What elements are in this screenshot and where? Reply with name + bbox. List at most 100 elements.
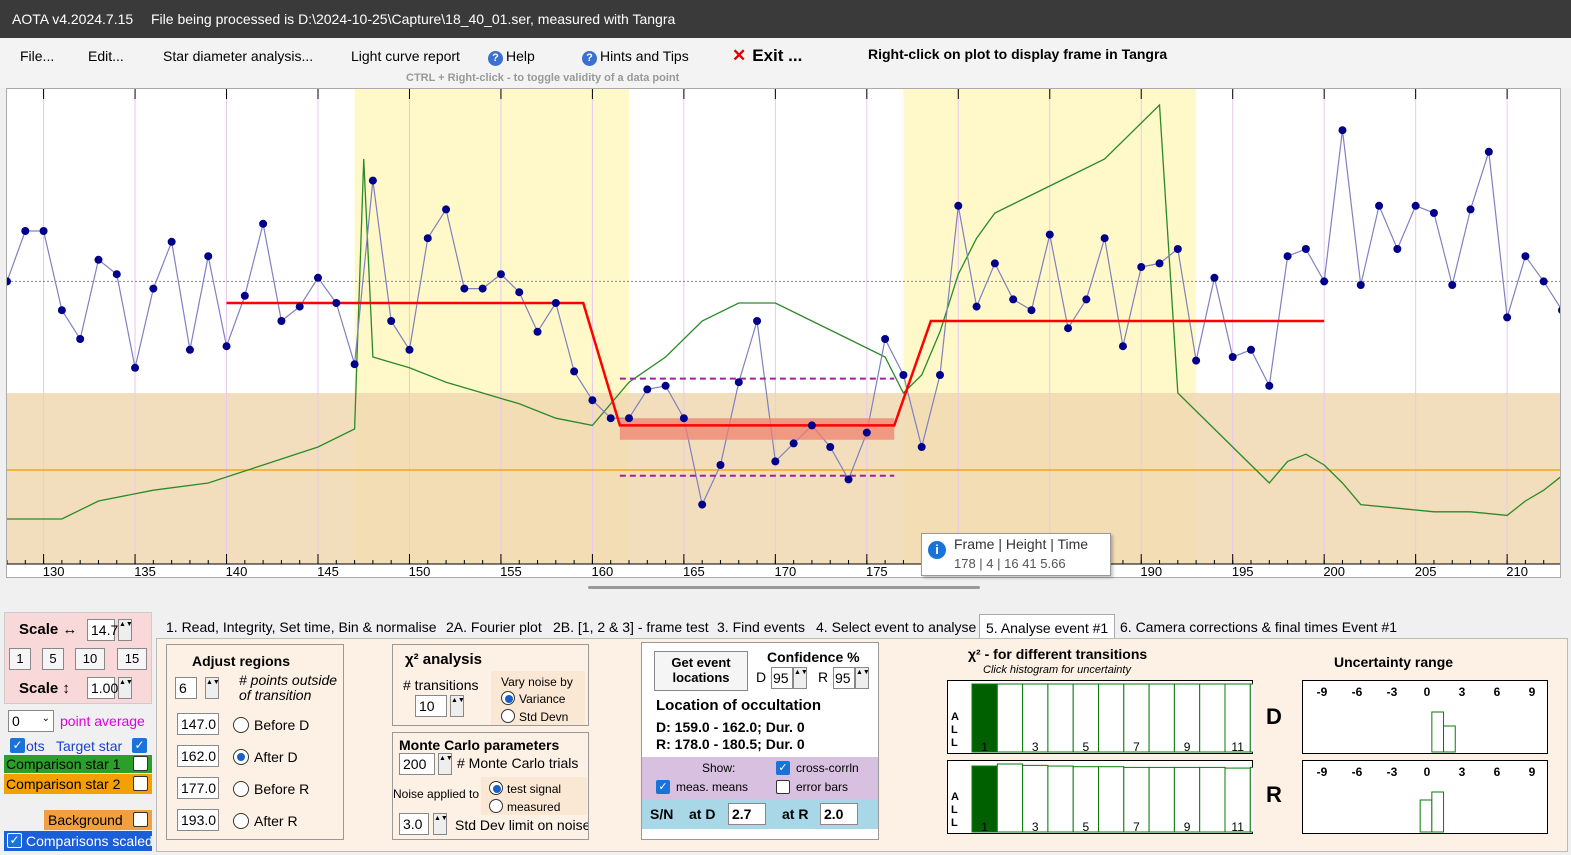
x-tick-label-6: 160: [592, 564, 614, 578]
x-tick-label-0: 130: [43, 564, 65, 578]
uncertainty-tick-label: -3: [1387, 765, 1398, 779]
all-label: L: [951, 737, 958, 749]
target-point: [716, 461, 725, 469]
hist-tick-label: 5: [1083, 740, 1090, 754]
hist-bar-8: [1148, 766, 1175, 833]
confidence-r-spin[interactable]: ▲▼: [855, 667, 870, 689]
sn-box: S/N at D 2.7 at R 2.0: [642, 799, 878, 829]
scale-v-input[interactable]: 1.00: [87, 677, 118, 699]
std-devn-radio[interactable]: [501, 709, 515, 723]
tab-read[interactable]: 1. Read, Integrity, Set time, Bin & norm…: [160, 614, 443, 638]
target-point: [1247, 345, 1255, 354]
trials-spin[interactable]: ▲▼: [438, 753, 453, 775]
meas-means-checkbox[interactable]: ✓: [656, 780, 670, 794]
std-limit-input[interactable]: 3.0: [399, 813, 429, 835]
before-r-input[interactable]: 177.0: [177, 777, 219, 799]
tab-analyse-event[interactable]: 5. Analyse event #1: [979, 614, 1116, 638]
hist-bar-4: [1047, 765, 1074, 833]
tab-frame-test[interactable]: 2B. [1, 2 & 3] - frame test: [547, 614, 715, 638]
tooltip-header: Frame | Height | Time: [954, 536, 1089, 552]
confidence-r-input[interactable]: 95: [833, 667, 855, 689]
tab-fourier[interactable]: 2A. Fourier plot: [440, 614, 548, 638]
menu-exit[interactable]: ✕ Exit ...: [732, 46, 802, 66]
scale-btn-5[interactable]: 5: [42, 648, 64, 670]
after-d-input[interactable]: 162.0: [177, 745, 219, 767]
right-click-hint: Right-click on plot to display frame in …: [868, 46, 1168, 62]
menu-hints-label: Hints and Tips: [600, 48, 689, 64]
target-point: [606, 414, 615, 423]
all-label: A: [951, 791, 959, 803]
menu-file[interactable]: File...: [20, 48, 54, 64]
after-r-input[interactable]: 193.0: [177, 809, 219, 831]
before-r-radio[interactable]: [233, 781, 249, 797]
std-limit-spin[interactable]: ▲▼: [433, 813, 448, 835]
hist-tick-label: 1: [981, 820, 988, 834]
target-star-checkbox[interactable]: ✓: [132, 738, 147, 753]
chi2-hist-r[interactable]: ALL 1 3 5 7 9 11: [947, 760, 1253, 834]
uncertainty-tick-label: -6: [1352, 765, 1363, 779]
hist-tick-label: 9: [1184, 820, 1191, 834]
sn-at-d-value: 2.7: [728, 803, 766, 825]
target-point: [112, 270, 121, 279]
points-input[interactable]: 6: [175, 677, 197, 699]
scale-btn-15[interactable]: 15: [117, 648, 147, 670]
test-signal-radio[interactable]: [489, 781, 503, 795]
confidence-d-spin[interactable]: ▲▼: [793, 667, 808, 689]
target-point: [1429, 209, 1438, 217]
confidence-d-input[interactable]: 95: [771, 667, 793, 689]
scale-btn-10[interactable]: 10: [75, 648, 105, 670]
target-point: [972, 302, 981, 311]
menu-star-diameter[interactable]: Star diameter analysis...: [163, 48, 313, 64]
point-average-select[interactable]: 0 ⌄: [8, 710, 54, 732]
before-d-radio[interactable]: [233, 717, 249, 733]
noise-applied-label: Noise applied to: [393, 787, 480, 801]
plot-svg[interactable]: 130 135 140 145 150 155 160 165 170 175 190 195 200 2…: [7, 89, 1561, 578]
menu-hints[interactable]: ? Hints and Tips: [582, 48, 689, 66]
light-curve-plot[interactable]: 130 135 140 145 150 155 160 165 170 175 190 195 200 2…: [6, 88, 1561, 578]
scale-v-spin[interactable]: ▲▼: [118, 677, 133, 699]
target-point: [295, 302, 304, 311]
menu-edit[interactable]: Edit...: [88, 48, 124, 64]
menu-help[interactable]: ? Help: [488, 48, 535, 66]
cross-corr-label: cross-corrln: [796, 761, 859, 775]
uncertainty-tick-label: -6: [1352, 685, 1363, 699]
scale-box: Scale ↔ 14.7 ▲▼ 1 5 10 15 Scale ↕ 1.00 ▲…: [4, 612, 152, 704]
comparisons-scaled-label: Comparisons scaled: [26, 833, 152, 849]
uncertainty-tick-label: -9: [1317, 685, 1328, 699]
plot-scrollbar[interactable]: [588, 586, 980, 589]
menu-light-curve[interactable]: Light curve report: [351, 48, 460, 64]
before-d-input[interactable]: 147.0: [177, 713, 219, 735]
target-point: [204, 252, 213, 261]
after-r-radio[interactable]: [233, 813, 249, 829]
scale-h-input[interactable]: 14.7: [87, 619, 118, 641]
tab-select-event[interactable]: 4. Select event to analyse: [810, 614, 982, 638]
x-tick-label-14: 200: [1323, 564, 1345, 578]
comparisons-scaled-checkbox[interactable]: ✓: [7, 833, 22, 848]
scale-btn-1[interactable]: 1: [9, 648, 31, 670]
transitions-input[interactable]: 10: [415, 695, 447, 717]
cross-corr-checkbox[interactable]: ✓: [776, 761, 790, 775]
get-event-locations-button[interactable]: Get event locations: [654, 651, 748, 691]
target-point: [57, 306, 66, 315]
sn-at-r-value: 2.0: [820, 803, 858, 825]
scale-h-spin[interactable]: ▲▼: [118, 619, 133, 641]
error-bars-checkbox[interactable]: [776, 780, 790, 794]
target-point: [1082, 295, 1091, 304]
hist-bar-6: [1098, 766, 1125, 833]
hist-tick-label: 7: [1133, 740, 1140, 754]
comp1-checkbox[interactable]: [133, 756, 148, 771]
points-spin[interactable]: ▲▼: [205, 677, 220, 699]
tab-camera-corrections[interactable]: 6. Camera corrections & final times Even…: [1114, 614, 1403, 638]
comp2-checkbox[interactable]: [133, 776, 148, 791]
variance-radio[interactable]: [501, 691, 515, 705]
hist-tick-label: 3: [1032, 820, 1039, 834]
background-checkbox[interactable]: [133, 812, 148, 827]
target-point: [332, 299, 341, 307]
chi2-hist-d[interactable]: ALL 1 3 5 7 9 11: [947, 680, 1253, 754]
transitions-spin[interactable]: ▲▼: [450, 695, 465, 717]
measured-radio[interactable]: [489, 799, 503, 813]
tab-find-events[interactable]: 3. Find events: [711, 614, 811, 638]
trials-input[interactable]: 200: [399, 753, 435, 775]
after-d-radio[interactable]: [233, 749, 249, 765]
dots-checkbox[interactable]: ✓: [10, 738, 25, 753]
